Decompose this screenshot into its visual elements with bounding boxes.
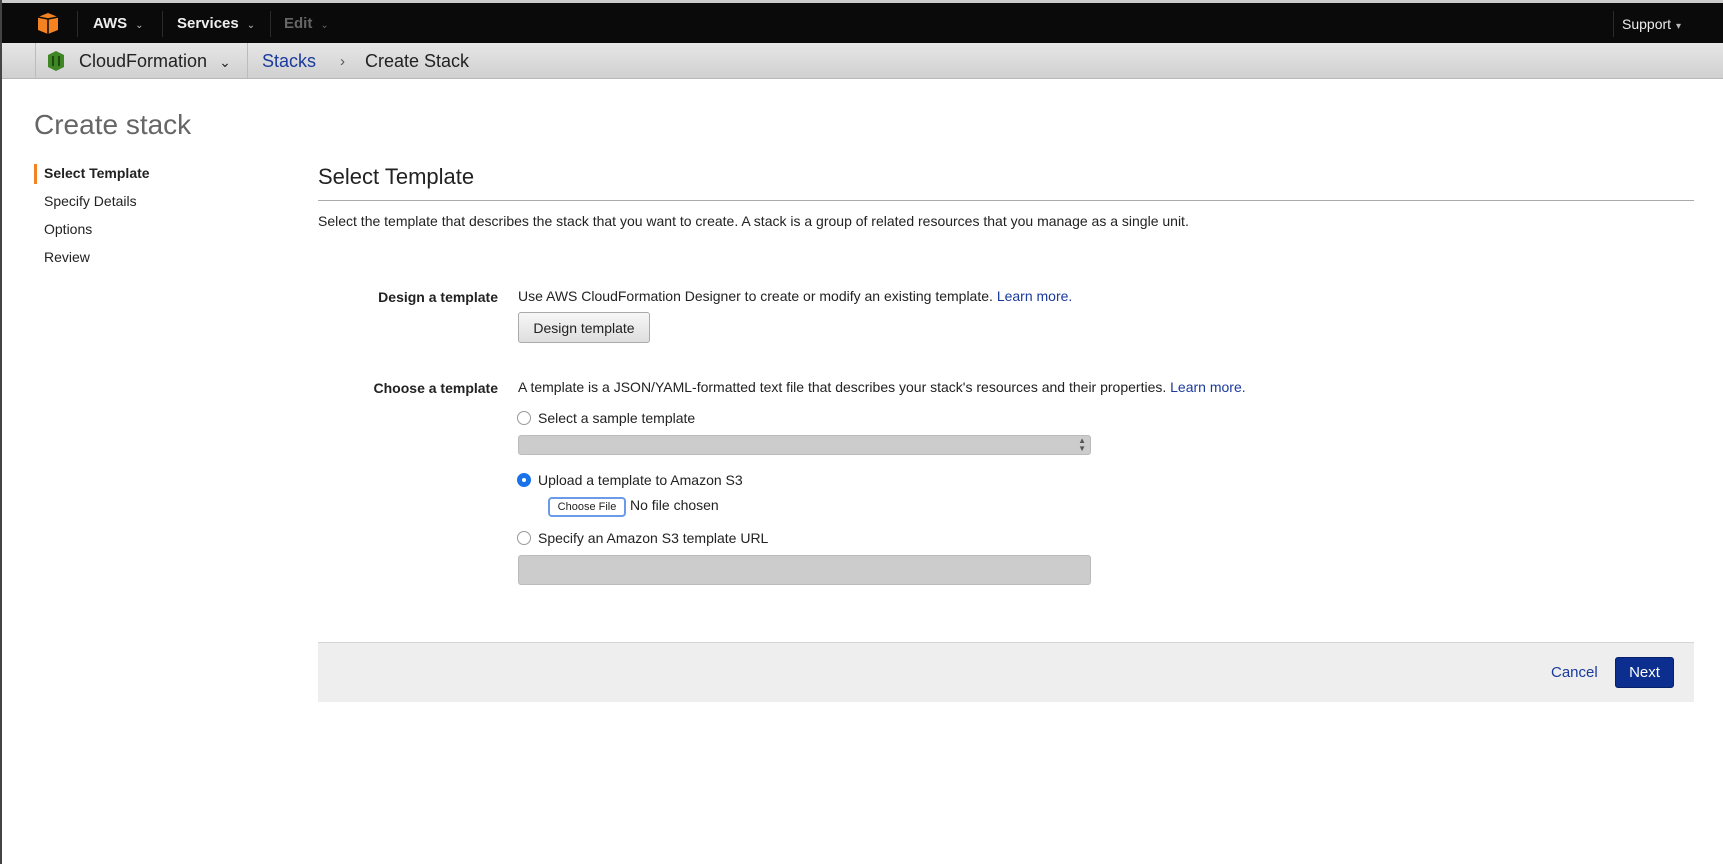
radio-s3-url-label[interactable]: Specify an Amazon S3 template URL (538, 530, 768, 546)
radio-s3-url[interactable] (517, 531, 531, 545)
section-title: Select Template (318, 164, 475, 189)
service-bar: CloudFormation ⌄ Stacks › Create Stack (2, 43, 1723, 79)
aws-label: AWS (93, 15, 128, 32)
chevron-down-icon: ⌄ (219, 54, 231, 70)
design-description: Use AWS CloudFormation Designer to creat… (518, 288, 993, 304)
caret-down-icon: ▾ (1676, 21, 1682, 32)
chevron-down-icon: ⌄ (246, 20, 256, 31)
file-status: No file chosen (630, 497, 719, 513)
services-label: Services (177, 15, 239, 32)
support-menu[interactable]: Support ▾ (1622, 16, 1681, 32)
radio-upload-s3-label[interactable]: Upload a template to Amazon S3 (538, 472, 743, 488)
design-template-text: Use AWS CloudFormation Designer to creat… (518, 288, 1072, 304)
sample-template-select[interactable]: ▲ ▼ (518, 435, 1091, 455)
breadcrumb-stacks-link[interactable]: Stacks (262, 51, 316, 72)
service-switcher[interactable]: CloudFormation ⌄ (79, 51, 231, 72)
choose-template-label: Choose a template (373, 380, 498, 396)
cancel-button[interactable]: Cancel (1551, 664, 1598, 681)
edit-label: Edit (284, 15, 313, 32)
active-step-indicator (34, 164, 37, 184)
aws-menu[interactable]: AWS ⌄ (93, 15, 144, 32)
page-title: Create stack (34, 109, 192, 140)
step-select-template[interactable]: Select Template (44, 165, 150, 181)
step-specify-details[interactable]: Specify Details (44, 193, 137, 209)
select-arrows-icon: ▲ ▼ (1078, 436, 1086, 453)
choose-file-button[interactable]: Choose File (548, 497, 626, 517)
service-name: CloudFormation (79, 51, 208, 71)
wizard-footer (318, 642, 1694, 702)
choose-learn-more-link[interactable]: Learn more. (1170, 379, 1245, 395)
design-learn-more-link[interactable]: Learn more. (997, 288, 1072, 304)
section-description: Select the template that describes the s… (318, 213, 1189, 229)
chevron-down-icon: ⌄ (135, 20, 144, 31)
next-button[interactable]: Next (1615, 657, 1674, 688)
breadcrumb-separator-icon: › (340, 53, 345, 70)
step-review[interactable]: Review (44, 249, 90, 265)
divider (318, 200, 1694, 201)
radio-upload-s3[interactable] (517, 473, 531, 487)
breadcrumb-current: Create Stack (365, 51, 470, 71)
design-template-button[interactable]: Design template (518, 312, 650, 343)
choose-template-text: A template is a JSON/YAML-formatted text… (518, 379, 1246, 395)
step-options[interactable]: Options (44, 221, 92, 237)
radio-sample-template-label[interactable]: Select a sample template (538, 410, 695, 426)
design-template-label: Design a template (378, 289, 498, 305)
choose-description: A template is a JSON/YAML-formatted text… (518, 379, 1167, 395)
edit-menu[interactable]: Edit ⌄ (284, 15, 329, 32)
s3-url-input[interactable] (518, 555, 1091, 585)
chevron-down-icon: ⌄ (320, 20, 329, 31)
radio-sample-template[interactable] (517, 411, 531, 425)
cloudformation-icon (48, 51, 64, 71)
services-menu[interactable]: Services ⌄ (177, 15, 255, 32)
support-label: Support (1622, 16, 1672, 32)
top-nav-bar: AWS ⌄ Services ⌄ Edit ⌄ Support ▾ (2, 0, 1723, 43)
aws-logo-icon[interactable] (38, 13, 58, 34)
